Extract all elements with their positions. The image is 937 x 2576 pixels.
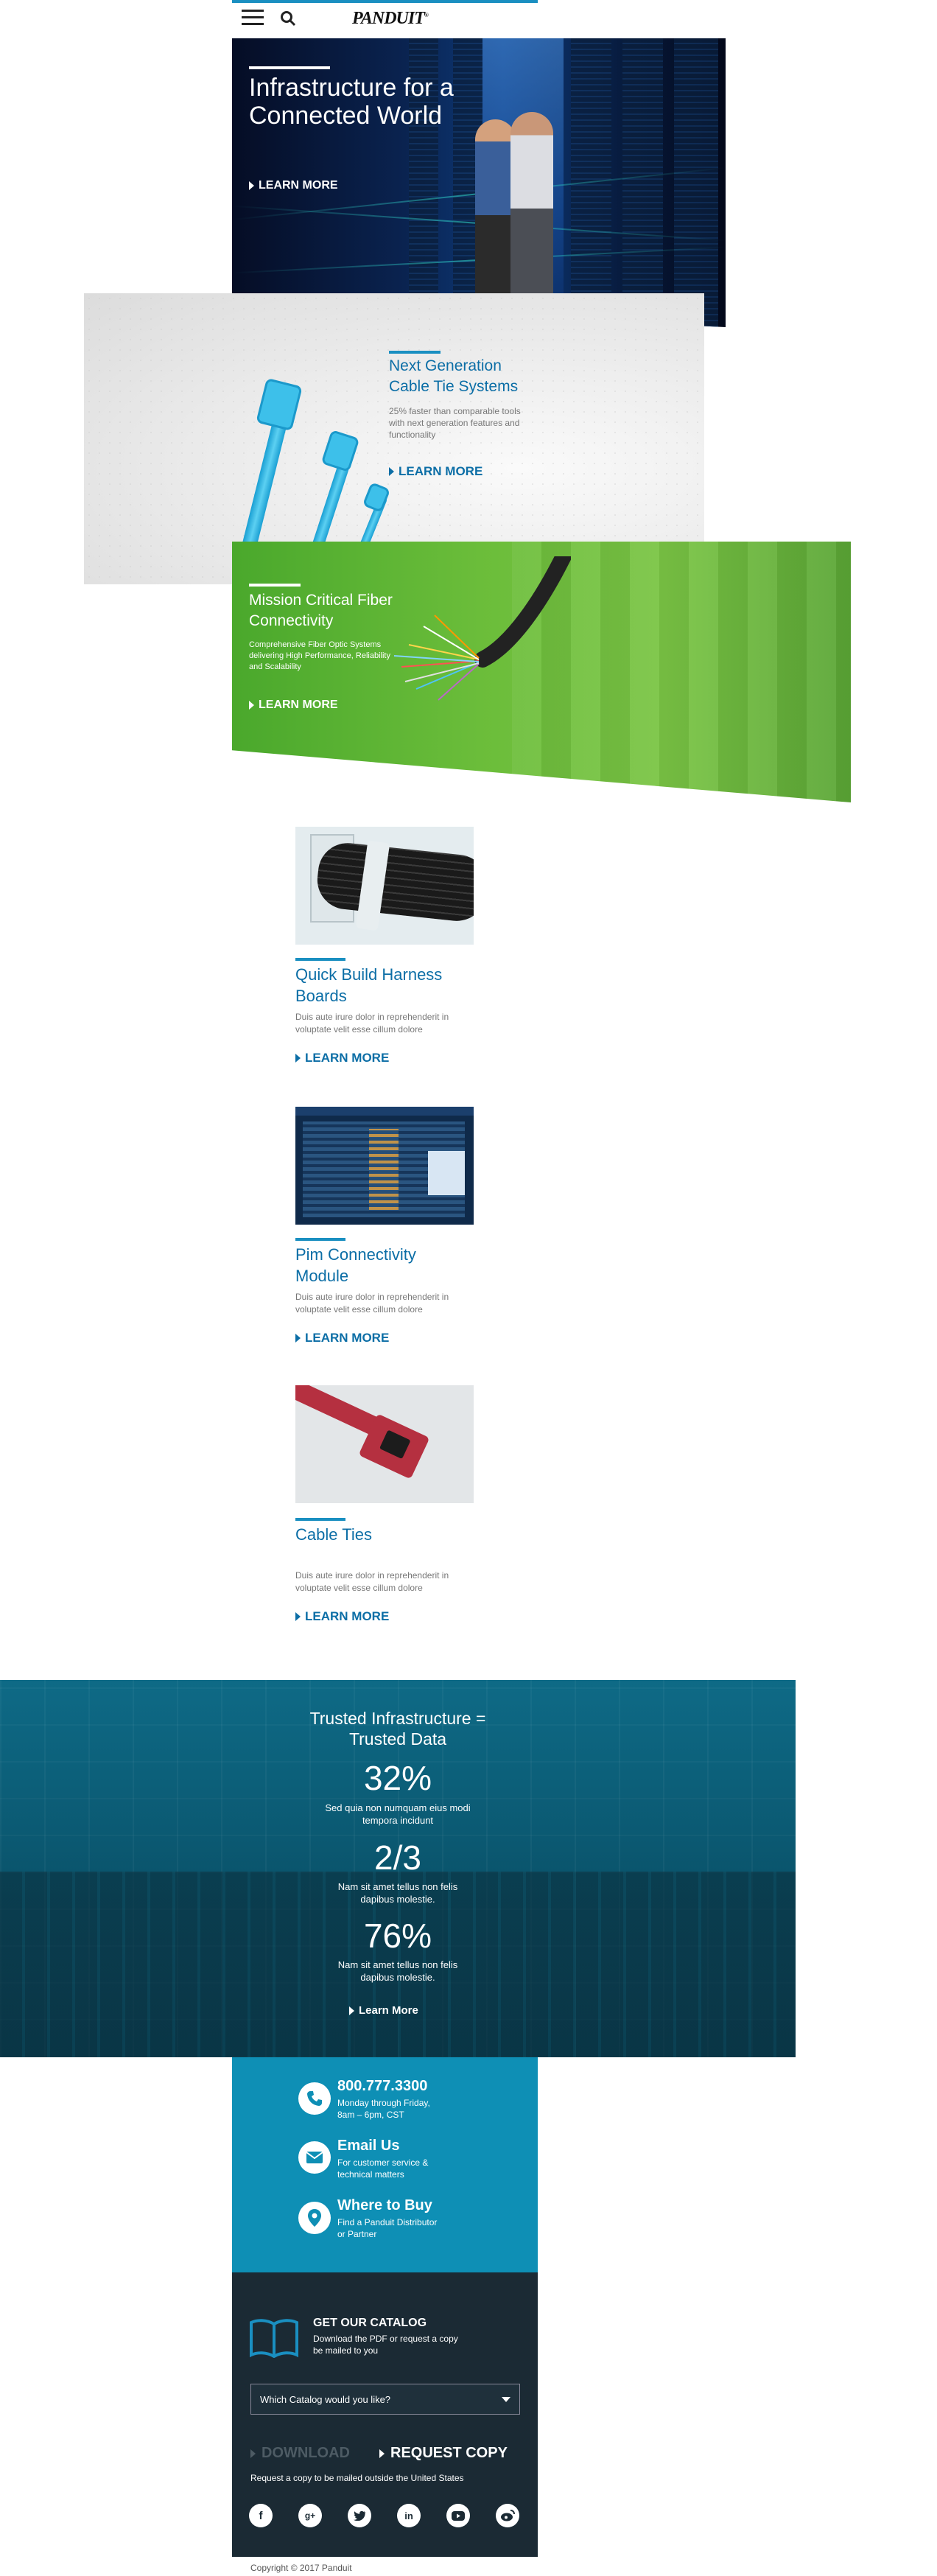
phone-icon[interactable] (298, 2082, 331, 2115)
fiber-cable-image (394, 556, 571, 701)
stats-section: Trusted Infrastructure = Trusted Data 32… (0, 1680, 796, 2057)
play-arrow-icon (379, 2449, 385, 2458)
person-illustration (475, 119, 516, 304)
hero3-description: Comprehensive Fiber Optic Systems delive… (249, 640, 390, 671)
card-description: Duis aute irure dolor in reprehenderit i… (295, 1292, 449, 1315)
copyright-text: Copyright © 2017 Panduit (250, 2563, 352, 2573)
stat-text: Nam sit amet tellus non felis dapibus mo… (337, 1959, 458, 1983)
card-description: Duis aute irure dolor in reprehenderit i… (295, 1570, 449, 1593)
play-arrow-icon (295, 1054, 301, 1063)
card-accent-bar (295, 958, 345, 961)
stat-text: Nam sit amet tellus non felis dapibus mo… (337, 1881, 458, 1905)
contact-phone-title[interactable]: 800.777.3300 (337, 2078, 427, 2095)
contact-phone-hours: Monday through Friday, 8am – 6pm, CST (337, 2098, 430, 2120)
stat-text: Sed quia non numquam eius modi tempora i… (325, 1802, 471, 1826)
hero3-accent-bar (249, 584, 301, 587)
hero2-title: Next Generation Cable Tie Systems (389, 357, 519, 395)
youtube-icon[interactable] (446, 2504, 470, 2527)
card-title: Quick Build Harness Boards (295, 965, 443, 1005)
card-learn-more-link[interactable]: LEARN MORE (295, 1051, 389, 1065)
person-illustration (510, 112, 553, 305)
hero3-title: Mission Critical Fiber Connectivity (249, 592, 393, 629)
envelope-icon[interactable] (298, 2141, 331, 2174)
contact-section: 800.777.3300 Monday through Friday, 8am … (232, 2057, 538, 2272)
play-arrow-icon (389, 467, 394, 476)
card-learn-more-link[interactable]: LEARN MORE (295, 1609, 389, 1624)
search-icon[interactable] (280, 10, 296, 27)
card-title: Pim Connectivity Module (295, 1245, 416, 1285)
pim-module-screenshot[interactable] (295, 1107, 474, 1225)
card-title: Cable Ties (295, 1525, 372, 1544)
card-accent-bar (295, 1238, 345, 1241)
hero2-accent-bar (389, 351, 441, 354)
download-button[interactable]: DOWNLOAD (250, 2445, 350, 2462)
cable-tie-image[interactable] (295, 1385, 474, 1503)
google-plus-icon[interactable]: g+ (298, 2504, 322, 2527)
harness-board-image[interactable] (295, 827, 474, 945)
card-description: Duis aute irure dolor in reprehenderit i… (295, 1012, 449, 1035)
play-arrow-icon (249, 181, 254, 190)
linkedin-icon[interactable]: in (397, 2504, 421, 2527)
play-arrow-icon (349, 2006, 354, 2015)
hero2-learn-more-link[interactable]: LEARN MORE (389, 464, 482, 479)
location-pin-icon[interactable] (298, 2202, 331, 2234)
hamburger-menu-icon[interactable] (242, 10, 264, 27)
catalog-description: Download the PDF or request a copy be ma… (313, 2334, 458, 2356)
play-arrow-icon (249, 701, 254, 710)
contact-email-sub: For customer service & technical matters (337, 2157, 429, 2180)
card-accent-bar (295, 1518, 345, 1521)
weibo-icon[interactable] (496, 2504, 519, 2527)
hero-learn-more-link[interactable]: LEARN MORE (249, 179, 338, 192)
request-copy-button[interactable]: REQUEST COPY (379, 2445, 508, 2462)
card-learn-more-link[interactable]: LEARN MORE (295, 1331, 389, 1345)
contact-where-to-buy-title[interactable]: Where to Buy (337, 2197, 432, 2214)
contact-email-title[interactable]: Email Us (337, 2138, 399, 2155)
catalog-select[interactable]: Which Catalog would you like? (250, 2384, 520, 2415)
stats-title: Trusted Infrastructure = Trusted Data (309, 1709, 486, 1749)
play-arrow-icon (250, 2449, 256, 2458)
stat-value: 76% (363, 1917, 432, 1955)
hero-title: Infrastructure for a Connected World (249, 74, 454, 130)
hero-accent-bar (249, 66, 330, 69)
play-arrow-icon (295, 1612, 301, 1621)
facebook-icon[interactable]: f (249, 2504, 273, 2527)
open-book-icon (250, 2319, 298, 2358)
hero2-description: 25% faster than comparable tools with ne… (389, 406, 521, 440)
stat-value: 32% (363, 1759, 432, 1797)
chevron-down-icon (502, 2397, 510, 2402)
contact-where-to-buy-sub: Find a Panduit Distributor or Partner (337, 2217, 438, 2239)
play-arrow-icon (295, 1334, 301, 1343)
catalog-title: GET OUR CATALOG (313, 2317, 427, 2329)
panduit-logo[interactable]: PANDUIT® (352, 9, 429, 29)
stats-learn-more-link[interactable]: Learn More (349, 2004, 418, 2017)
hero3-learn-more-link[interactable]: LEARN MORE (249, 699, 338, 712)
stat-value: 2/3 (374, 1838, 421, 1877)
catalog-international-note[interactable]: Request a copy to be mailed outside the … (250, 2473, 464, 2483)
twitter-icon[interactable] (348, 2504, 371, 2527)
catalog-section: GET OUR CATALOG Download the PDF or requ… (232, 2272, 538, 2557)
